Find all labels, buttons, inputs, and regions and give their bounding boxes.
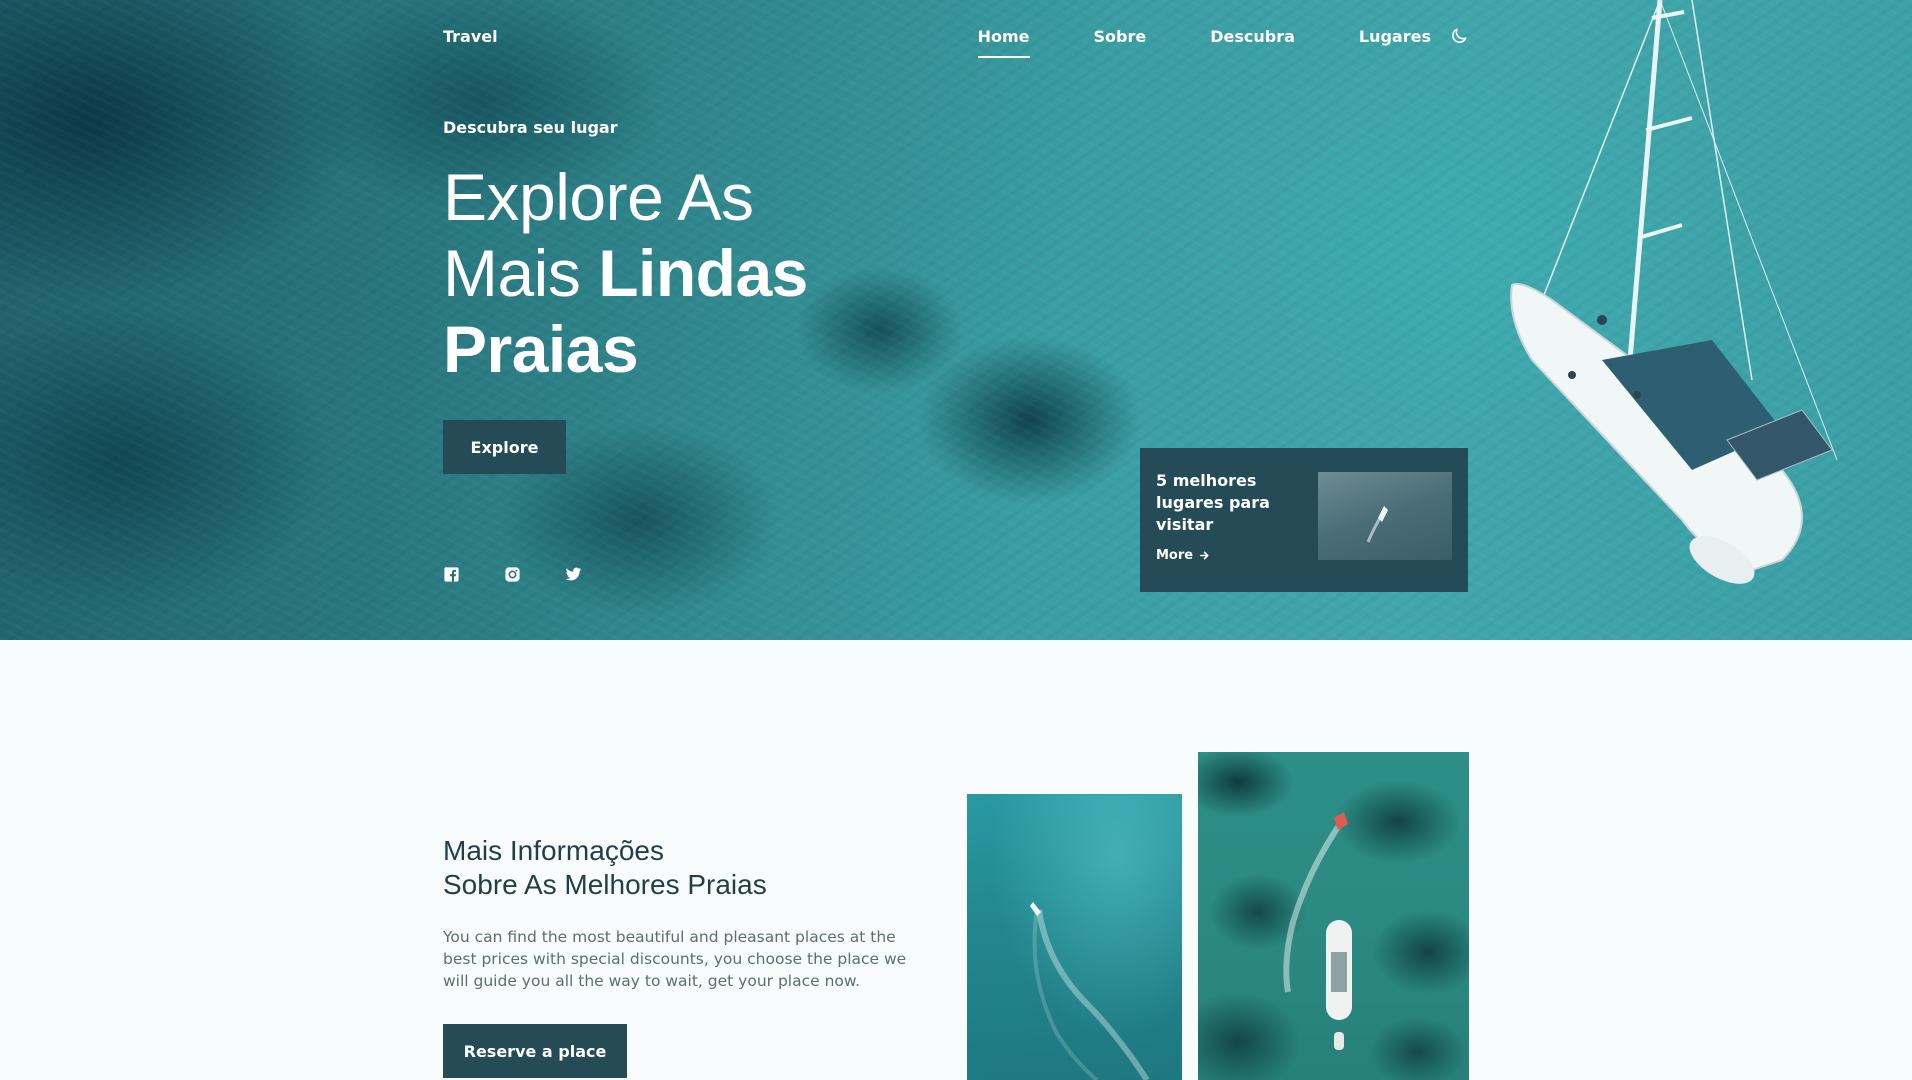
- nav-link-sobre[interactable]: Sobre: [1094, 27, 1147, 46]
- nav-link-descubra[interactable]: Descubra: [1210, 27, 1295, 46]
- hero-title-line1: Explore As: [443, 160, 754, 234]
- about-description: You can find the most beautiful and plea…: [443, 928, 907, 990]
- hero-subtitle: Descubra seu lugar: [443, 118, 618, 137]
- about-title-line2: Sobre As Melhores Praias: [443, 869, 767, 900]
- about-title-line1: Mais Informações: [443, 835, 664, 866]
- beach-photo-2: [1198, 752, 1469, 1080]
- card-title: 5 melhores lugares para visitar: [1156, 471, 1270, 534]
- about-title: Mais Informações Sobre As Melhores Praia…: [443, 834, 767, 902]
- nav-link-lugares[interactable]: Lugares: [1359, 27, 1431, 46]
- card-more-label: More: [1156, 548, 1194, 563]
- hero-content: Descubra seu lugar Explore As Mais Linda…: [443, 118, 808, 387]
- social-links: [443, 566, 582, 583]
- card-image: [1318, 472, 1452, 560]
- twitter-icon[interactable]: [565, 566, 582, 583]
- logo[interactable]: Travel: [443, 27, 498, 46]
- beach-photo-1: [967, 794, 1182, 1080]
- sailboat-image: [1510, 0, 1838, 584]
- nav-links: Home Sobre Descubra Lugares: [977, 26, 1469, 58]
- small-boat-image: [1366, 506, 1388, 543]
- yacht-aerial-image: [1283, 812, 1352, 1050]
- hero-title-line2-bold: Lindas: [598, 236, 808, 310]
- explore-button[interactable]: Explore: [443, 420, 566, 474]
- top-navbar: Travel Home Sobre Descubra Lugares: [443, 0, 1469, 72]
- hero-title: Explore As Mais Lindas Praias: [443, 159, 808, 387]
- instagram-icon[interactable]: [504, 566, 521, 583]
- facebook-icon[interactable]: [443, 566, 460, 583]
- moon-icon[interactable]: [1449, 26, 1469, 46]
- hero-title-line3: Praias: [443, 312, 639, 386]
- arrow-right-icon: [1200, 551, 1209, 560]
- reserve-button[interactable]: Reserve a place: [443, 1024, 627, 1078]
- featured-card[interactable]: 5 melhores lugares para visitar More: [1140, 448, 1468, 592]
- hero-title-line2-regular: Mais: [443, 236, 599, 310]
- hero-section: Travel Home Sobre Descubra Lugares Descu…: [0, 0, 1912, 640]
- nav-link-home[interactable]: Home: [977, 27, 1030, 58]
- speedboat-wake-image: [1030, 902, 1150, 1080]
